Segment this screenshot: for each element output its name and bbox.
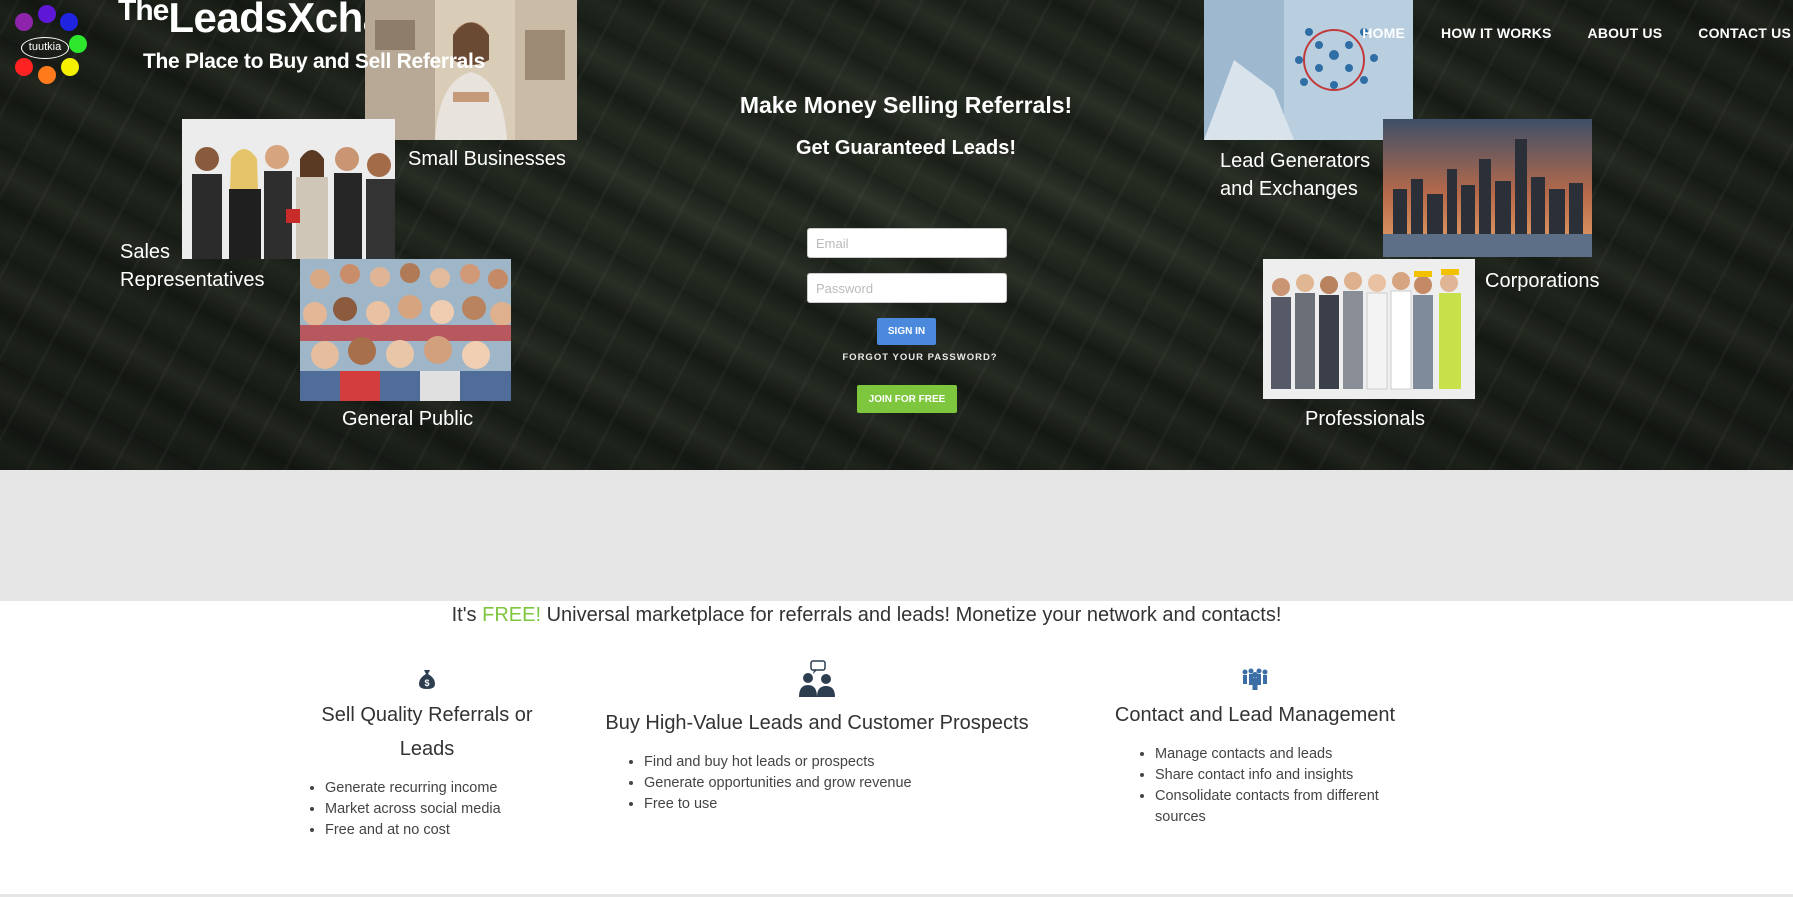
label-professionals: Professionals xyxy=(1305,408,1426,430)
photo-professionals xyxy=(1263,259,1475,399)
slogan: It's FREE! Universal marketplace for ref… xyxy=(0,604,1733,627)
team-icon xyxy=(1242,668,1268,690)
list-item: Manage contacts and leads xyxy=(1155,744,1405,765)
list-item: Generate recurring income xyxy=(325,778,549,799)
hero-headline: Make Money Selling Referrals! xyxy=(739,92,1073,118)
logo-dot xyxy=(15,13,33,31)
photo-corporations xyxy=(1383,119,1592,257)
feature-sell-list: Generate recurring income Market across … xyxy=(305,778,549,841)
list-item: Free and at no cost xyxy=(325,820,549,841)
list-item: Free to use xyxy=(644,794,1052,815)
list-item: Market across social media xyxy=(325,799,549,820)
sign-in-button[interactable]: SIGN IN xyxy=(877,318,936,345)
list-item: Share contact info and insights xyxy=(1155,765,1405,786)
feature-buy-title: Buy High-Value Leads and Customer Prospe… xyxy=(605,712,1029,734)
label-general-public: General Public xyxy=(342,408,474,430)
photo-lead-generators xyxy=(1204,0,1413,140)
list-item: Generate opportunities and grow revenue xyxy=(644,773,1052,794)
logo-dot xyxy=(38,66,56,84)
main-nav: HOME HOW IT WORKS ABOUT US CONTACT US xyxy=(1362,25,1793,41)
slogan-post: Universal marketplace for referrals and … xyxy=(541,604,1282,626)
nav-home[interactable]: HOME xyxy=(1362,25,1405,41)
tagline: The Place to Buy and Sell Referrals xyxy=(143,50,485,73)
feature-manage: Contact and Lead Management Manage conta… xyxy=(1100,666,1410,828)
logo-dot xyxy=(69,35,87,53)
photo-general-public xyxy=(300,259,511,401)
nav-about-us[interactable]: ABOUT US xyxy=(1588,25,1663,41)
email-input[interactable] xyxy=(807,228,1007,258)
logo-text: tuutkia xyxy=(21,37,69,59)
hero-section: tuutkia TheLeadsXchange The Place to Buy… xyxy=(0,0,1793,470)
forgot-password-link[interactable]: FORGOT YOUR PASSWORD? xyxy=(810,352,1030,363)
logo-dot xyxy=(61,58,79,76)
grey-band xyxy=(0,470,1793,601)
list-item: Consolidate contacts from different sour… xyxy=(1155,786,1405,828)
feature-buy: Buy High-Value Leads and Customer Prospe… xyxy=(582,660,1052,815)
brand-the: The xyxy=(118,0,169,27)
logo[interactable]: tuutkia xyxy=(10,4,90,84)
people-chat-icon xyxy=(799,660,835,697)
label-small-businesses: Small Businesses xyxy=(408,148,566,170)
list-item: Find and buy hot leads or prospects xyxy=(644,752,1052,773)
money-bag-icon: $ xyxy=(419,670,435,689)
logo-dot xyxy=(60,13,78,31)
label-corporations: Corporations xyxy=(1485,270,1600,292)
hero-subheadline: Get Guaranteed Leads! xyxy=(795,137,1017,159)
slogan-pre: It's xyxy=(451,604,483,626)
nav-how-it-works[interactable]: HOW IT WORKS xyxy=(1441,25,1552,41)
label-sales-reps: Sales Representatives xyxy=(120,241,265,291)
label-lead-generators: Lead Generators and Exchanges xyxy=(1220,150,1371,200)
feature-sell: $ Sell Quality Referrals or Leads Genera… xyxy=(305,668,549,841)
feature-sell-title: Sell Quality Referrals or Leads xyxy=(321,704,533,760)
feature-manage-title: Contact and Lead Management xyxy=(1114,704,1396,726)
logo-dot xyxy=(15,58,33,76)
password-input[interactable] xyxy=(807,273,1007,303)
slogan-free: FREE! xyxy=(482,604,542,626)
nav-contact-us[interactable]: CONTACT US xyxy=(1698,25,1791,41)
svg-text:$: $ xyxy=(424,678,429,688)
join-for-free-button[interactable]: JOIN FOR FREE xyxy=(857,385,957,413)
feature-buy-list: Find and buy hot leads or prospects Gene… xyxy=(624,752,1052,815)
logo-dot xyxy=(38,5,56,23)
feature-manage-list: Manage contacts and leads Share contact … xyxy=(1135,744,1405,828)
